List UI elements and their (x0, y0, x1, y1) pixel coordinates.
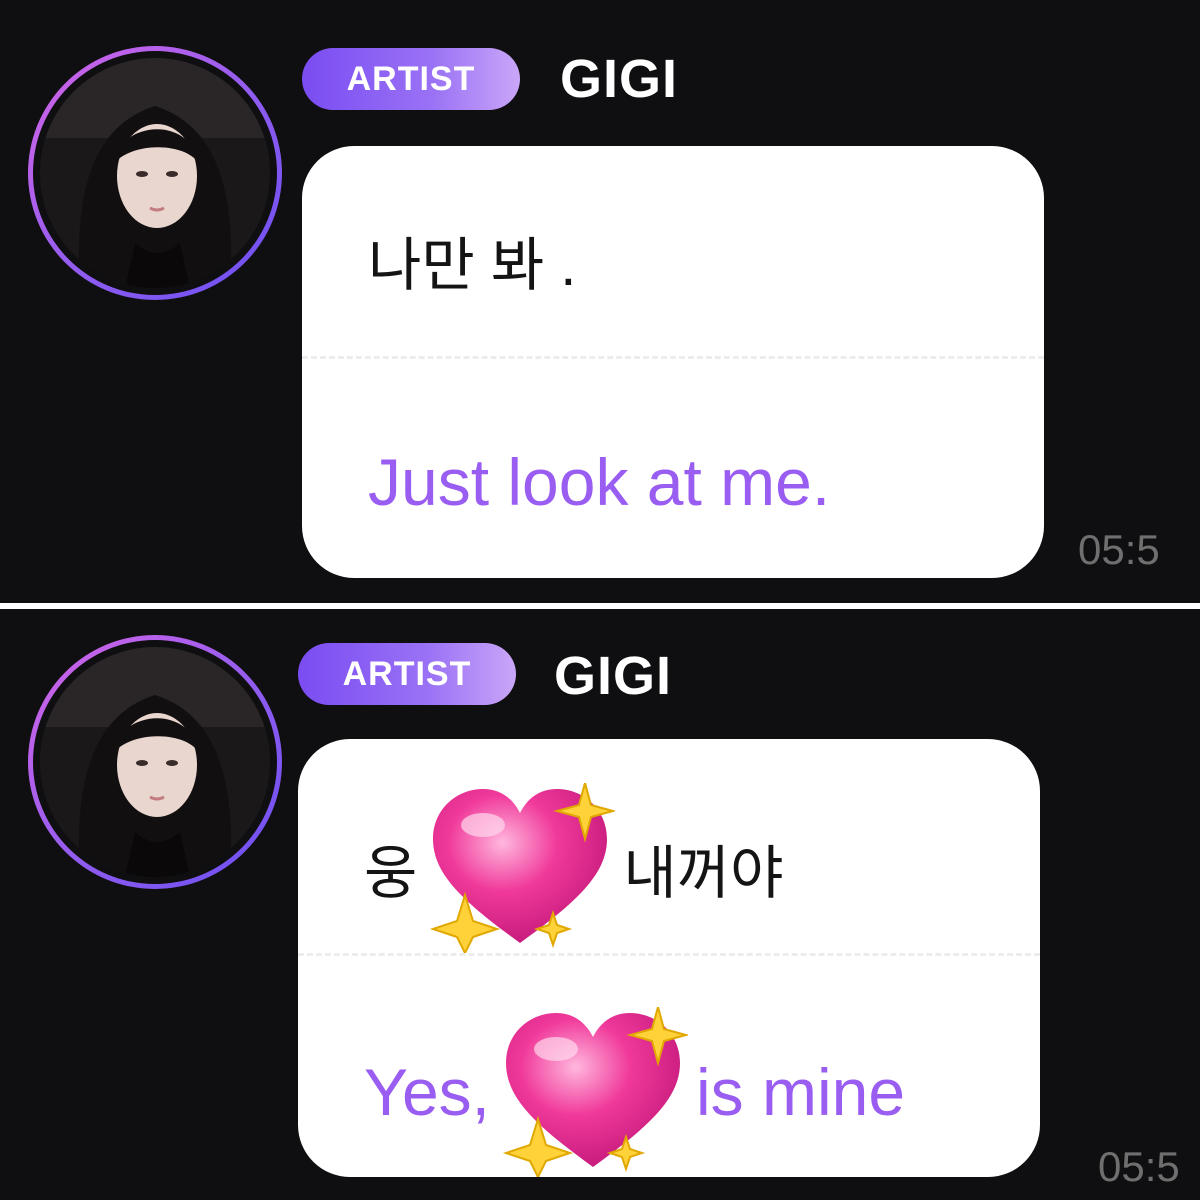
avatar[interactable] (28, 635, 282, 889)
message-panel-2: ARTIST GIGI 웅 내꺼야 Yes, is mine 05:5 (0, 609, 1200, 1200)
translation-divider (302, 356, 1044, 359)
message-original-text: 웅 내꺼야 (364, 779, 784, 956)
artist-badge-label: ARTIST (342, 654, 472, 693)
message-translation-after: is mine (696, 1055, 906, 1129)
artist-badge: ARTIST (298, 643, 516, 705)
message-bubble[interactable]: 나만 봐 . Just look at me. (302, 146, 1044, 578)
message-translation-text: Yes, is mine (364, 1003, 906, 1180)
translation-divider (298, 953, 1040, 956)
message-bubble[interactable]: 웅 내꺼야 Yes, is mine (298, 739, 1040, 1180)
artist-badge: ARTIST (302, 48, 520, 110)
message-translation-text: Just look at me. (368, 445, 831, 519)
profile-photo (40, 647, 270, 877)
message-panel-1: ARTIST GIGI 나만 봐 . Just look at me. 05:5 (0, 0, 1200, 603)
message-timestamp: 05:5 (1078, 526, 1160, 573)
artist-badge-label: ARTIST (346, 59, 476, 98)
message-original-after: 내꺼야 (623, 841, 784, 906)
sender-name[interactable]: GIGI (560, 48, 678, 110)
sender-name[interactable]: GIGI (554, 645, 672, 707)
message-translation-before: Yes, (364, 1055, 491, 1129)
sparkling-heart-icon (498, 1003, 690, 1180)
sparkling-heart-icon (425, 779, 618, 956)
profile-photo (40, 58, 270, 288)
screenshot: ARTIST GIGI 나만 봐 . Just look at me. 05:5 (0, 0, 1200, 1200)
avatar[interactable] (28, 46, 282, 300)
message-timestamp: 05:5 (1098, 1143, 1180, 1190)
message-original-text: 나만 봐 . (368, 233, 577, 298)
message-original-before: 웅 (364, 841, 418, 906)
